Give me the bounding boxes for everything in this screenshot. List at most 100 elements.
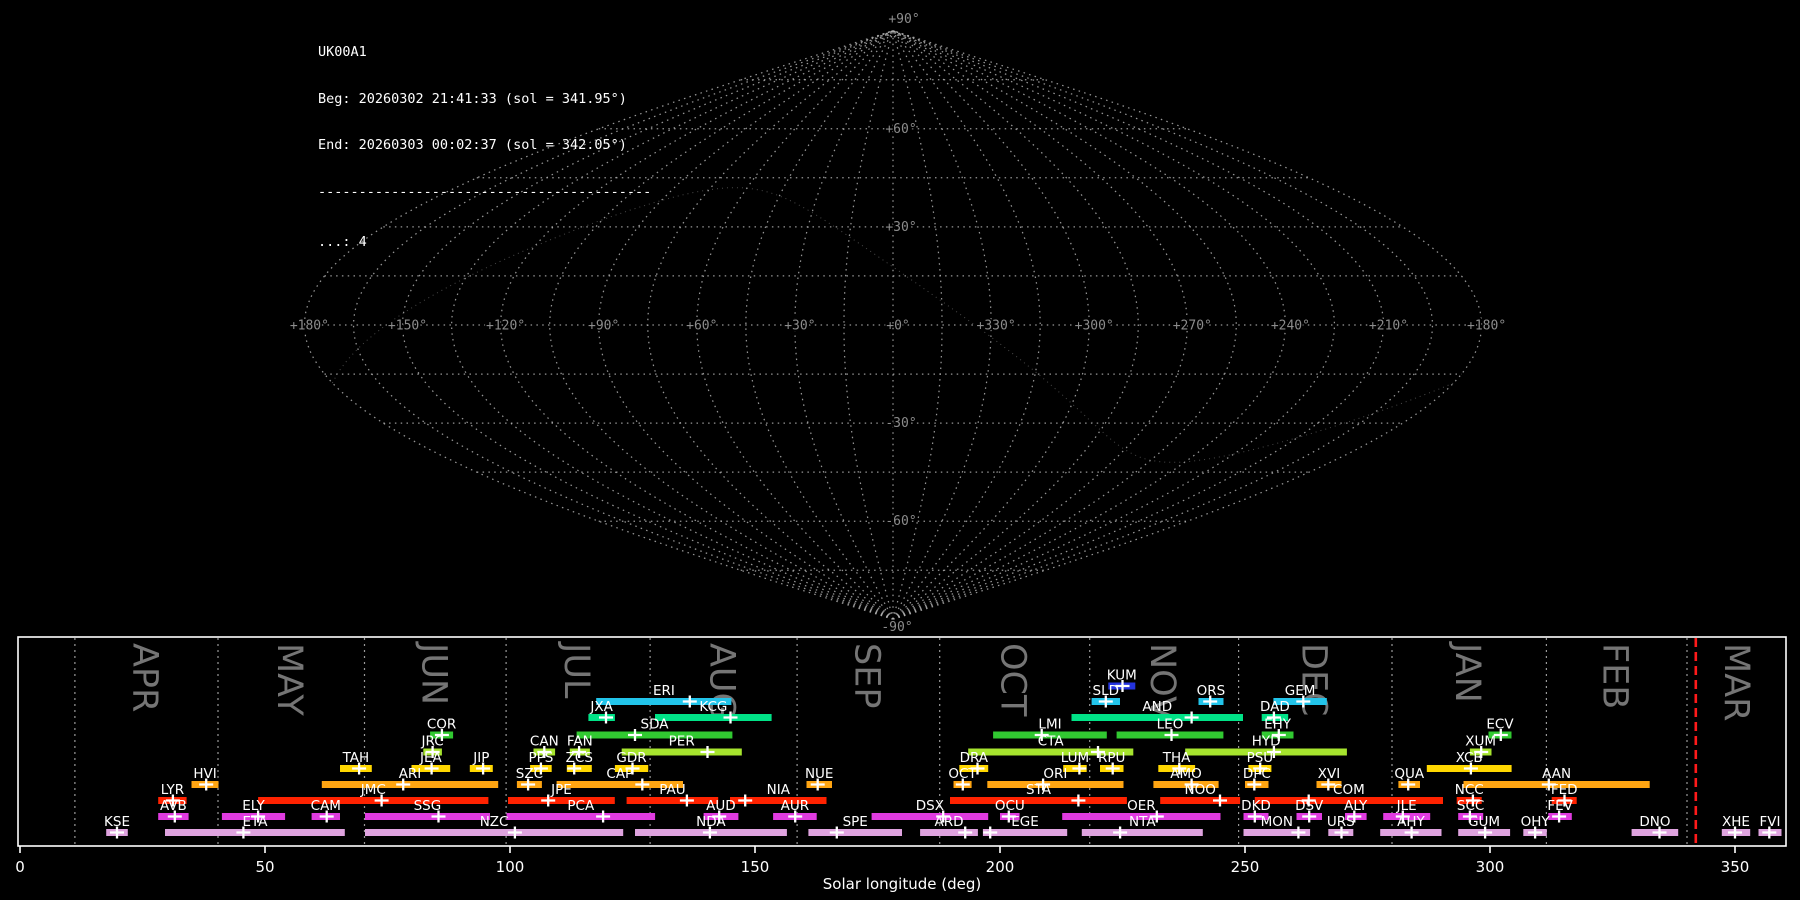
shower-label-ard: ARD [934,814,963,830]
shower-peak-marker-cap [635,778,650,791]
shower-bar-sta [950,797,1127,804]
shower-label-ari: ARI [399,766,422,782]
longitude-label: +120° [486,319,525,334]
longitude-label: +60° [686,319,717,334]
longitude-label: +300° [1075,319,1114,334]
pole-label-south: -90° [881,620,912,635]
shower-label-psu: PSU [1247,750,1274,766]
latitude-label: +60° [885,122,916,137]
shower-label-ssg: SSG [414,798,442,814]
shower-label-ori: ORI [1043,766,1067,782]
x-tick-label: 150 [741,858,770,876]
shower-label-fed: FED [1551,782,1578,798]
x-tick-label: 0 [15,858,25,876]
shower-label-aan: AAN [1542,766,1571,782]
shower-label-avb: AVB [160,798,187,814]
shower-peak-marker-eri [682,695,697,708]
longitude-label: +330° [977,319,1016,334]
shower-peak-marker-and [1184,711,1199,724]
shower-label-dkd: DKD [1241,798,1271,814]
shower-label-sda: SDA [641,717,670,733]
shower-label-jxa: JXA [589,699,613,715]
shower-label-fvi: FVI [1760,814,1781,830]
shower-bar-sda [576,731,733,739]
month-label-jan: JAN [1447,641,1487,703]
shower-label-jle: JLE [1396,798,1417,814]
shower-label-oer: OER [1127,798,1156,814]
shower-label-xhe: XHE [1722,814,1750,830]
shower-label-dad: DAD [1260,699,1290,715]
x-tick-label: 100 [496,858,525,876]
latitude-label: -30° [885,416,916,431]
longitude-label: +270° [1173,319,1212,334]
shower-label-pau: PAU [659,782,685,798]
shower-label-com: COM [1333,782,1365,798]
shower-label-aur: AUR [781,798,810,814]
latitude-label: -60° [885,514,916,529]
shower-label-ege: EGE [1011,814,1039,830]
shower-label-eri: ERI [653,683,675,699]
shower-label-kum: KUM [1107,668,1137,684]
shower-label-nda: NDA [696,814,726,830]
shower-bar-jpe [508,797,615,804]
shower-label-ahy: AHY [1397,814,1425,830]
shower-label-nta: NTA [1129,814,1156,830]
shower-label-urs: URS [1327,814,1355,830]
shower-label-cam: CAM [311,798,341,814]
shower-peak-marker-per [700,746,715,758]
shower-label-aly: ALY [1344,798,1368,814]
begin-time-line: Beg: 20260302 21:41:33 (sol = 341.95°) [318,90,627,107]
shower-label-ohy: OHY [1521,814,1551,830]
latitude-label: +30° [885,220,916,235]
shower-label-sta: STA [1026,782,1052,798]
shower-label-jea: JEA [419,750,443,766]
longitude-label: +240° [1271,319,1310,334]
shower-label-xcb: XCB [1456,750,1483,766]
shower-peak-marker-nta [1113,826,1128,839]
shower-label-oct: OCT [948,766,977,782]
month-label-mar: MAR [1716,643,1756,721]
shower-label-hvi: HVI [193,766,216,782]
shower-bar-eta [165,829,345,836]
month-label-feb: FEB [1595,643,1635,709]
shower-label-jpe: JPE [550,782,572,798]
shower-label-nue: NUE [805,766,834,782]
shower-label-ors: ORS [1197,683,1226,699]
longitude-label: +90° [588,319,619,334]
month-label-oct: OCT [993,643,1033,717]
end-time-line: End: 20260303 00:02:37 (sol = 342.05°) [318,137,627,153]
shower-label-sld: SLD [1093,683,1120,699]
shower-label-gdr: GDR [616,750,646,766]
month-label-dec: DEC [1293,643,1333,717]
shower-bar-nzc [365,829,624,836]
longitude-label: +180° [290,319,329,334]
shower-label-pca: PCA [567,798,595,814]
shower-peak-marker-mon [1291,826,1306,839]
shower-label-dra: DRA [960,750,989,766]
shower-label-spe: SPE [843,814,868,830]
shower-label-per: PER [669,734,695,750]
shower-label-lum: LUM [1061,750,1089,766]
shower-bar-kcg [655,714,772,721]
shower-label-hyd: HYD [1252,734,1281,750]
shower-label-pps: PPS [528,750,553,766]
shower-label-xum: XUM [1465,734,1496,750]
shower-label-amo: AMO [1170,766,1202,782]
shower-label-lmi: LMI [1038,717,1061,733]
shower-bar-ori [987,781,1124,788]
shower-bar-noo [1160,797,1241,804]
x-axis-title: Solar longitude (deg) [823,875,981,893]
month-label-may: MAY [269,643,309,716]
longitude-label: +210° [1369,319,1408,334]
shower-label-eta: ETA [243,814,269,830]
shower-label-gum: GUM [1468,814,1500,830]
stats-line: ...: 4 [318,234,367,250]
shower-label-jip: JIP [472,750,489,766]
shower-label-can: CAN [530,734,559,750]
month-label-apr: APR [124,643,164,712]
longitude-label: +0° [886,319,909,334]
x-tick-label: 350 [1721,858,1750,876]
observation-header: UK00A1 Beg: 20260302 21:41:33 (sol = 341… [318,14,651,282]
month-label-jun: JUN [413,641,453,705]
longitude-label: +30° [784,319,815,334]
